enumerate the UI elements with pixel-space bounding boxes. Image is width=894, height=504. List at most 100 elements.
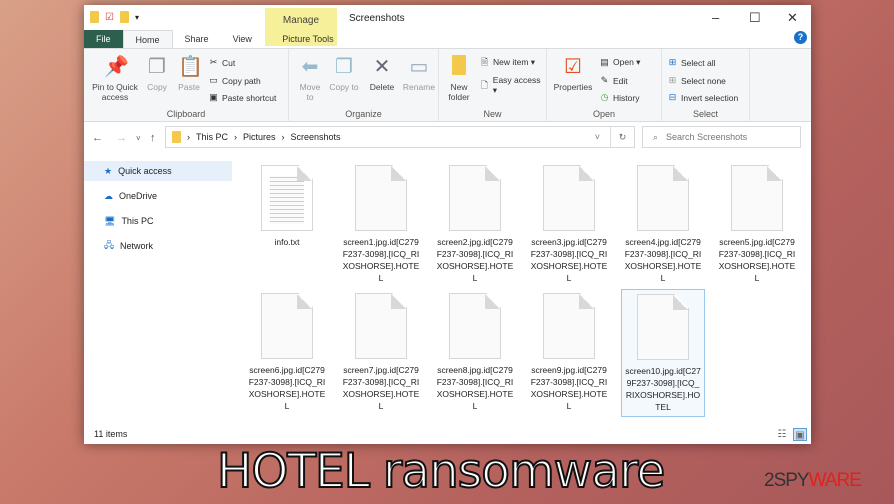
view-switcher: ☷ ▣	[775, 428, 807, 441]
select-all-button[interactable]: ⊞ Select all	[667, 57, 716, 68]
sidebar-item-onedrive[interactable]: ☁ OneDrive	[84, 186, 232, 206]
tab-file[interactable]: File	[84, 30, 123, 48]
easy-access-button[interactable]: 🗋 Easy access ▾	[479, 75, 546, 96]
close-button[interactable]: ✕	[787, 10, 798, 26]
scissors-icon: ✂	[209, 57, 218, 67]
maximize-button[interactable]: ☐	[749, 10, 761, 26]
file-name: screen3.jpg.id[C279F237-3098].[ICQ_RIXOS…	[530, 237, 608, 283]
new-group-label: New	[483, 109, 502, 119]
properties-button[interactable]: ☑ Properties	[551, 55, 595, 92]
navigation-pane: ★ Quick access ☁ OneDrive 🖥 This PC 🖧 Network	[84, 161, 232, 261]
file-icon	[355, 293, 407, 359]
history-icon: ◷	[600, 92, 609, 102]
select-group: ⊞ Select all ⊞ Select none ⊟ Invert selecti…	[662, 49, 750, 122]
window-title: Screenshots	[349, 13, 405, 24]
file-icon	[543, 293, 595, 359]
file-name: screen4.jpg.id[C279F237-3098].[ICQ_RIXOS…	[624, 237, 702, 283]
tab-home[interactable]: Home	[122, 30, 173, 48]
forward-arrow-icon[interactable]: →	[116, 132, 127, 144]
customize-dropdown-icon[interactable]: ▾	[135, 13, 139, 22]
file-name: screen1.jpg.id[C279F237-3098].[ICQ_RIXOS…	[342, 237, 420, 283]
ribbon: 📌 Pin to Quick access ❐ Copy 📋 Paste ✂ Cut ▭…	[84, 48, 811, 122]
details-view-icon[interactable]: ☷	[775, 428, 789, 441]
copy-to-icon: ❐	[335, 56, 353, 78]
sidebar-item-network[interactable]: 🖧 Network	[84, 236, 232, 256]
file-item[interactable]: screen2.jpg.id[C279F237-3098].[ICQ_RIXOS…	[433, 161, 517, 287]
file-item[interactable]: screen6.jpg.id[C279F237-3098].[ICQ_RIXOS…	[245, 289, 329, 415]
breadcrumb-screenshots[interactable]: Screenshots	[291, 132, 341, 142]
file-item[interactable]: screen1.jpg.id[C279F237-3098].[ICQ_RIXOS…	[339, 161, 423, 287]
file-item[interactable]: screen9.jpg.id[C279F237-3098].[ICQ_RIXOS…	[527, 289, 611, 415]
new-group: New folder 🗎 New item ▾ 🗋 Easy access ▾ Ne…	[439, 49, 547, 122]
select-none-icon: ⊞	[668, 75, 677, 85]
breadcrumb-pictures[interactable]: Pictures	[243, 132, 276, 142]
open-icon: ▤	[600, 57, 609, 67]
sidebar-item-this-pc[interactable]: 🖥 This PC	[84, 211, 232, 231]
file-item[interactable]: screen8.jpg.id[C279F237-3098].[ICQ_RIXOS…	[433, 289, 517, 415]
easy-access-icon: 🗋	[480, 80, 489, 90]
sidebar-item-label: OneDrive	[119, 191, 158, 201]
invert-selection-button[interactable]: ⊟ Invert selection	[667, 92, 738, 103]
history-button[interactable]: ◷ History	[599, 92, 640, 103]
edit-button[interactable]: ✎ Edit	[599, 75, 628, 86]
file-name: screen2.jpg.id[C279F237-3098].[ICQ_RIXOS…	[436, 237, 514, 283]
folder-icon	[90, 11, 99, 23]
select-none-button[interactable]: ⊞ Select none	[667, 75, 726, 86]
organize-group: ⬅ Move to ❐ Copy to ✕ Delete ▭ Rename Organi…	[289, 49, 439, 122]
move-to-button[interactable]: ⬅ Move to	[295, 55, 325, 102]
address-bar[interactable]: › This PC › Pictures › Screenshots ˅ ↻	[165, 126, 635, 148]
sidebar-item-label: Quick access	[118, 166, 172, 176]
file-item[interactable]: screen7.jpg.id[C279F237-3098].[ICQ_RIXOS…	[339, 289, 423, 415]
delete-x-icon: ✕	[373, 56, 391, 78]
file-item[interactable]: screen5.jpg.id[C279F237-3098].[ICQ_RIXOS…	[715, 161, 799, 287]
pin-to-quick-access-button[interactable]: 📌 Pin to Quick access	[88, 55, 142, 102]
copy-to-button[interactable]: ❐ Copy to	[329, 55, 359, 92]
tab-view[interactable]: View	[221, 30, 264, 48]
rename-button[interactable]: ▭ Rename	[401, 55, 437, 92]
copy-button[interactable]: ❐ Copy	[144, 55, 170, 92]
breadcrumb-this-pc[interactable]: This PC	[196, 132, 228, 142]
clipboard-group-label: Clipboard	[166, 109, 206, 119]
file-item[interactable]: screen4.jpg.id[C279F237-3098].[ICQ_RIXOS…	[621, 161, 705, 287]
tab-share[interactable]: Share	[173, 30, 221, 48]
refresh-icon[interactable]: ↻	[610, 127, 634, 147]
file-explorer-window: ☑ ▾ Manage Screenshots – ☐ ✕ File Home S…	[84, 5, 811, 444]
file-item[interactable]: info.txt	[245, 161, 329, 251]
tab-picture-tools[interactable]: Picture Tools	[272, 30, 344, 48]
2spyware-logo: 2SPYWARE	[764, 470, 862, 491]
copy-path-button[interactable]: ▭ Copy path	[208, 75, 261, 86]
open-group-label: Open	[592, 109, 616, 119]
folder-icon	[172, 131, 181, 143]
file-name: screen8.jpg.id[C279F237-3098].[ICQ_RIXOS…	[436, 365, 514, 411]
cut-button[interactable]: ✂ Cut	[208, 57, 236, 68]
up-arrow-icon[interactable]: ↑	[150, 132, 156, 144]
paste-shortcut-button[interactable]: ▣ Paste shortcut	[208, 92, 276, 103]
new-item-icon: 🗎	[480, 57, 489, 67]
open-button[interactable]: ▤ Open ▾	[599, 57, 640, 68]
select-all-icon: ⊞	[668, 57, 677, 67]
search-icon: ⌕	[653, 131, 659, 142]
new-item-button[interactable]: 🗎 New item ▾	[479, 57, 535, 68]
file-icon	[637, 294, 689, 360]
search-input[interactable]: ⌕ Search Screenshots	[642, 126, 801, 148]
file-icon	[449, 165, 501, 231]
large-icons-view-icon[interactable]: ▣	[793, 428, 807, 441]
folder-icon	[448, 55, 470, 79]
delete-button[interactable]: ✕ Delete	[365, 55, 399, 92]
paste-button[interactable]: 📋 Paste	[176, 55, 203, 92]
new-folder-icon[interactable]	[119, 11, 129, 23]
computer-icon: 🖥	[104, 215, 116, 226]
file-item[interactable]: screen3.jpg.id[C279F237-3098].[ICQ_RIXOS…	[527, 161, 611, 287]
minimize-button[interactable]: –	[712, 10, 719, 25]
file-name: screen6.jpg.id[C279F237-3098].[ICQ_RIXOS…	[248, 365, 326, 411]
back-arrow-icon[interactable]: ←	[92, 132, 103, 144]
copy-path-icon: ▭	[209, 75, 218, 85]
sidebar-item-quick-access[interactable]: ★ Quick access	[84, 161, 232, 181]
file-item[interactable]: screen10.jpg.id[C279F237-3098].[ICQ_RIXO…	[621, 289, 705, 417]
new-folder-button[interactable]: New folder	[443, 55, 475, 102]
properties-icon[interactable]: ☑	[105, 12, 114, 23]
sidebar-item-label: This PC	[121, 216, 154, 226]
help-icon[interactable]: ?	[794, 31, 807, 44]
address-dropdown-icon[interactable]: ˅	[595, 132, 600, 142]
recent-chevron-icon[interactable]: ˅	[136, 134, 141, 143]
